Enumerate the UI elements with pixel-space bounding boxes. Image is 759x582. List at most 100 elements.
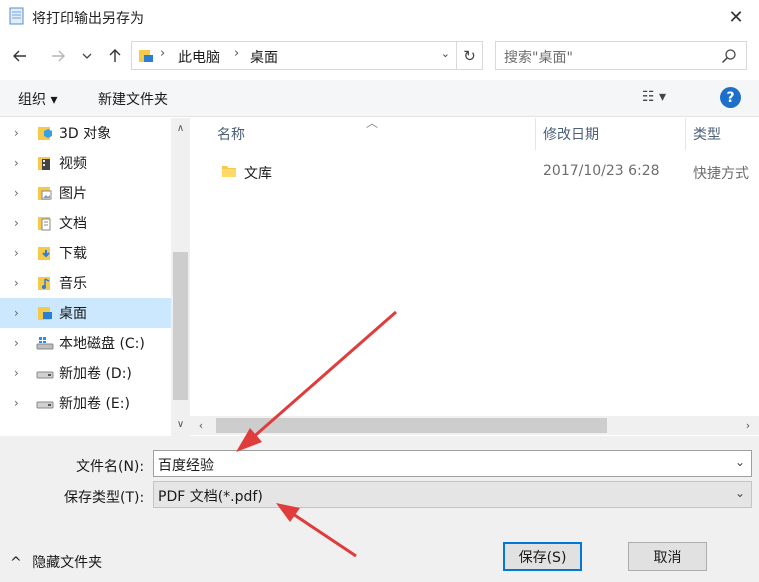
command-bar: 组织 ▾ 新建文件夹 ☷ ▾ ? (0, 80, 759, 117)
chevron-down-icon[interactable]: ⌄ (735, 486, 745, 500)
scrollbar-thumb[interactable] (216, 418, 607, 433)
address-dropdown-icon[interactable]: ⌄ (441, 47, 450, 60)
sidebar-item-label: 音乐 (59, 276, 87, 292)
navigation-bar: › 此电脑 › 桌面 ⌄ ↻ 搜索"桌面" (0, 38, 759, 74)
sidebar-item-downloads[interactable]: › 下载 (0, 238, 171, 268)
hide-folders-toggle[interactable]: ^ 隐藏文件夹 (10, 552, 102, 572)
sidebar-item-label: 新加卷 (D:) (59, 366, 132, 382)
close-button[interactable]: ✕ (713, 0, 759, 34)
search-box[interactable]: 搜索"桌面" (495, 41, 747, 70)
savetype-label: 保存类型(T): (64, 490, 145, 506)
file-row[interactable]: 文库 2017/10/23 6:28 快捷方式 (216, 160, 759, 184)
sidebar-item-label: 桌面 (59, 306, 87, 322)
sidebar-item-music[interactable]: › 音乐 (0, 268, 171, 298)
windows-drive-icon (36, 337, 54, 350)
save-button[interactable]: 保存(S) (503, 542, 582, 571)
scroll-right-icon[interactable]: › (739, 416, 757, 435)
savetype-value: PDF 文档(*.pdf) (158, 489, 263, 505)
expand-chevron-icon[interactable]: › (14, 366, 30, 380)
downloads-icon (38, 247, 50, 260)
column-header-name[interactable]: 名称 (217, 118, 245, 150)
column-header-type[interactable]: 类型 (693, 118, 721, 150)
scroll-left-icon[interactable]: ‹ (192, 416, 210, 435)
expand-chevron-icon[interactable]: › (14, 396, 30, 410)
help-icon: ? (726, 89, 735, 106)
notepad-icon (9, 7, 24, 25)
desktop-folder-icon (139, 50, 153, 62)
column-divider[interactable] (535, 118, 536, 150)
expand-chevron-icon[interactable]: › (14, 156, 30, 170)
recent-locations-button[interactable] (78, 44, 96, 68)
video-icon (38, 157, 50, 170)
sidebar-item-label: 文档 (59, 216, 87, 232)
sidebar-item-label: 新加卷 (E:) (59, 396, 130, 412)
file-list-horizontal-scrollbar[interactable]: ‹ › (190, 416, 759, 435)
cancel-button-label: 取消 (653, 549, 682, 566)
chevron-up-icon: ^ (10, 555, 22, 571)
file-name: 文库 (244, 166, 272, 182)
sidebar-item-label: 本地磁盘 (C:) (59, 336, 145, 352)
filename-input[interactable]: 百度经验 (158, 455, 214, 475)
expand-chevron-icon[interactable]: › (14, 126, 30, 140)
organize-menu[interactable]: 组织 ▾ (18, 89, 57, 109)
forward-button[interactable] (46, 44, 70, 68)
savetype-select[interactable]: PDF 文档(*.pdf) ⌄ (153, 481, 752, 508)
expand-chevron-icon[interactable]: › (14, 246, 30, 260)
refresh-icon: ↻ (463, 46, 476, 65)
refresh-button[interactable]: ↻ (456, 42, 482, 69)
scroll-down-icon[interactable]: ∨ (171, 416, 190, 433)
column-header-label: 类型 (693, 127, 721, 143)
sidebar-item-label: 3D 对象 (59, 126, 112, 142)
expand-chevron-icon[interactable]: › (14, 276, 30, 290)
address-bar[interactable]: › 此电脑 › 桌面 ⌄ ↻ (131, 41, 483, 70)
column-header-label: 名称 (217, 127, 245, 143)
hide-folders-label: 隐藏文件夹 (32, 555, 103, 571)
breadcrumb-this-pc[interactable]: 此电脑 (178, 47, 220, 67)
scrollbar-thumb[interactable] (173, 252, 188, 400)
cancel-button[interactable]: 取消 (628, 542, 707, 571)
expand-chevron-icon[interactable]: › (14, 336, 30, 350)
sidebar-item-label: 下载 (59, 246, 87, 262)
expand-chevron-icon[interactable]: › (14, 306, 30, 320)
drive-icon (36, 401, 54, 409)
sidebar-item-documents[interactable]: › 文档 (0, 208, 171, 238)
sidebar-item-3d-objects[interactable]: › 3D 对象 (0, 118, 171, 148)
expand-chevron-icon[interactable]: › (14, 186, 30, 200)
column-header-date[interactable]: 修改日期 (543, 118, 599, 150)
chevron-down-icon[interactable]: ⌄ (735, 455, 745, 469)
new-folder-button[interactable]: 新建文件夹 (98, 89, 168, 109)
search-icon (721, 49, 736, 64)
folder-icon (222, 166, 236, 177)
desktop-icon (38, 307, 52, 320)
navigation-pane: › 3D 对象 › 视频 › 图片 › 文档 › 下载 › 音乐 › 桌面 › … (0, 118, 190, 436)
sidebar-item-videos[interactable]: › 视频 (0, 148, 171, 178)
expand-chevron-icon[interactable]: › (14, 216, 30, 230)
sidebar-item-desktop[interactable]: › 桌面 (0, 298, 171, 328)
column-header-label: 修改日期 (543, 127, 599, 143)
save-button-label: 保存(S) (518, 549, 567, 566)
sidebar-item-pictures[interactable]: › 图片 (0, 178, 171, 208)
sidebar-item-volume-d[interactable]: › 新加卷 (D:) (0, 358, 171, 388)
sidebar-item-label: 视频 (59, 156, 87, 172)
sidebar-item-volume-e[interactable]: › 新加卷 (E:) (0, 388, 171, 418)
breadcrumb-desktop[interactable]: 桌面 (250, 47, 278, 67)
help-button[interactable]: ? (720, 87, 741, 108)
filename-field[interactable]: 百度经验 ⌄ (153, 450, 752, 477)
search-input[interactable]: 搜索"桌面" (504, 47, 573, 67)
change-view-button[interactable]: ☷ ▾ (642, 89, 666, 105)
scroll-up-icon[interactable]: ∧ (171, 120, 190, 137)
navigation-scrollbar[interactable]: ∧ ∨ (171, 118, 190, 436)
file-modified: 2017/10/23 6:28 (543, 163, 660, 179)
back-button[interactable] (8, 44, 32, 68)
chevron-down-icon (82, 53, 92, 59)
drive-icon (36, 371, 54, 379)
pictures-icon (38, 187, 52, 200)
arrow-up-icon (109, 49, 121, 62)
window-title: 将打印输出另存为 (32, 11, 144, 27)
filename-label: 文件名(N): (76, 459, 145, 475)
file-list-pane: ︿ 名称 修改日期 类型 文库 2017/10/23 6:28 快捷方式 (190, 116, 759, 436)
title-bar: 将打印输出另存为 ✕ (0, 0, 759, 34)
sidebar-item-local-disk-c[interactable]: › 本地磁盘 (C:) (0, 328, 171, 358)
up-button[interactable] (103, 44, 127, 68)
column-divider[interactable] (685, 118, 686, 150)
